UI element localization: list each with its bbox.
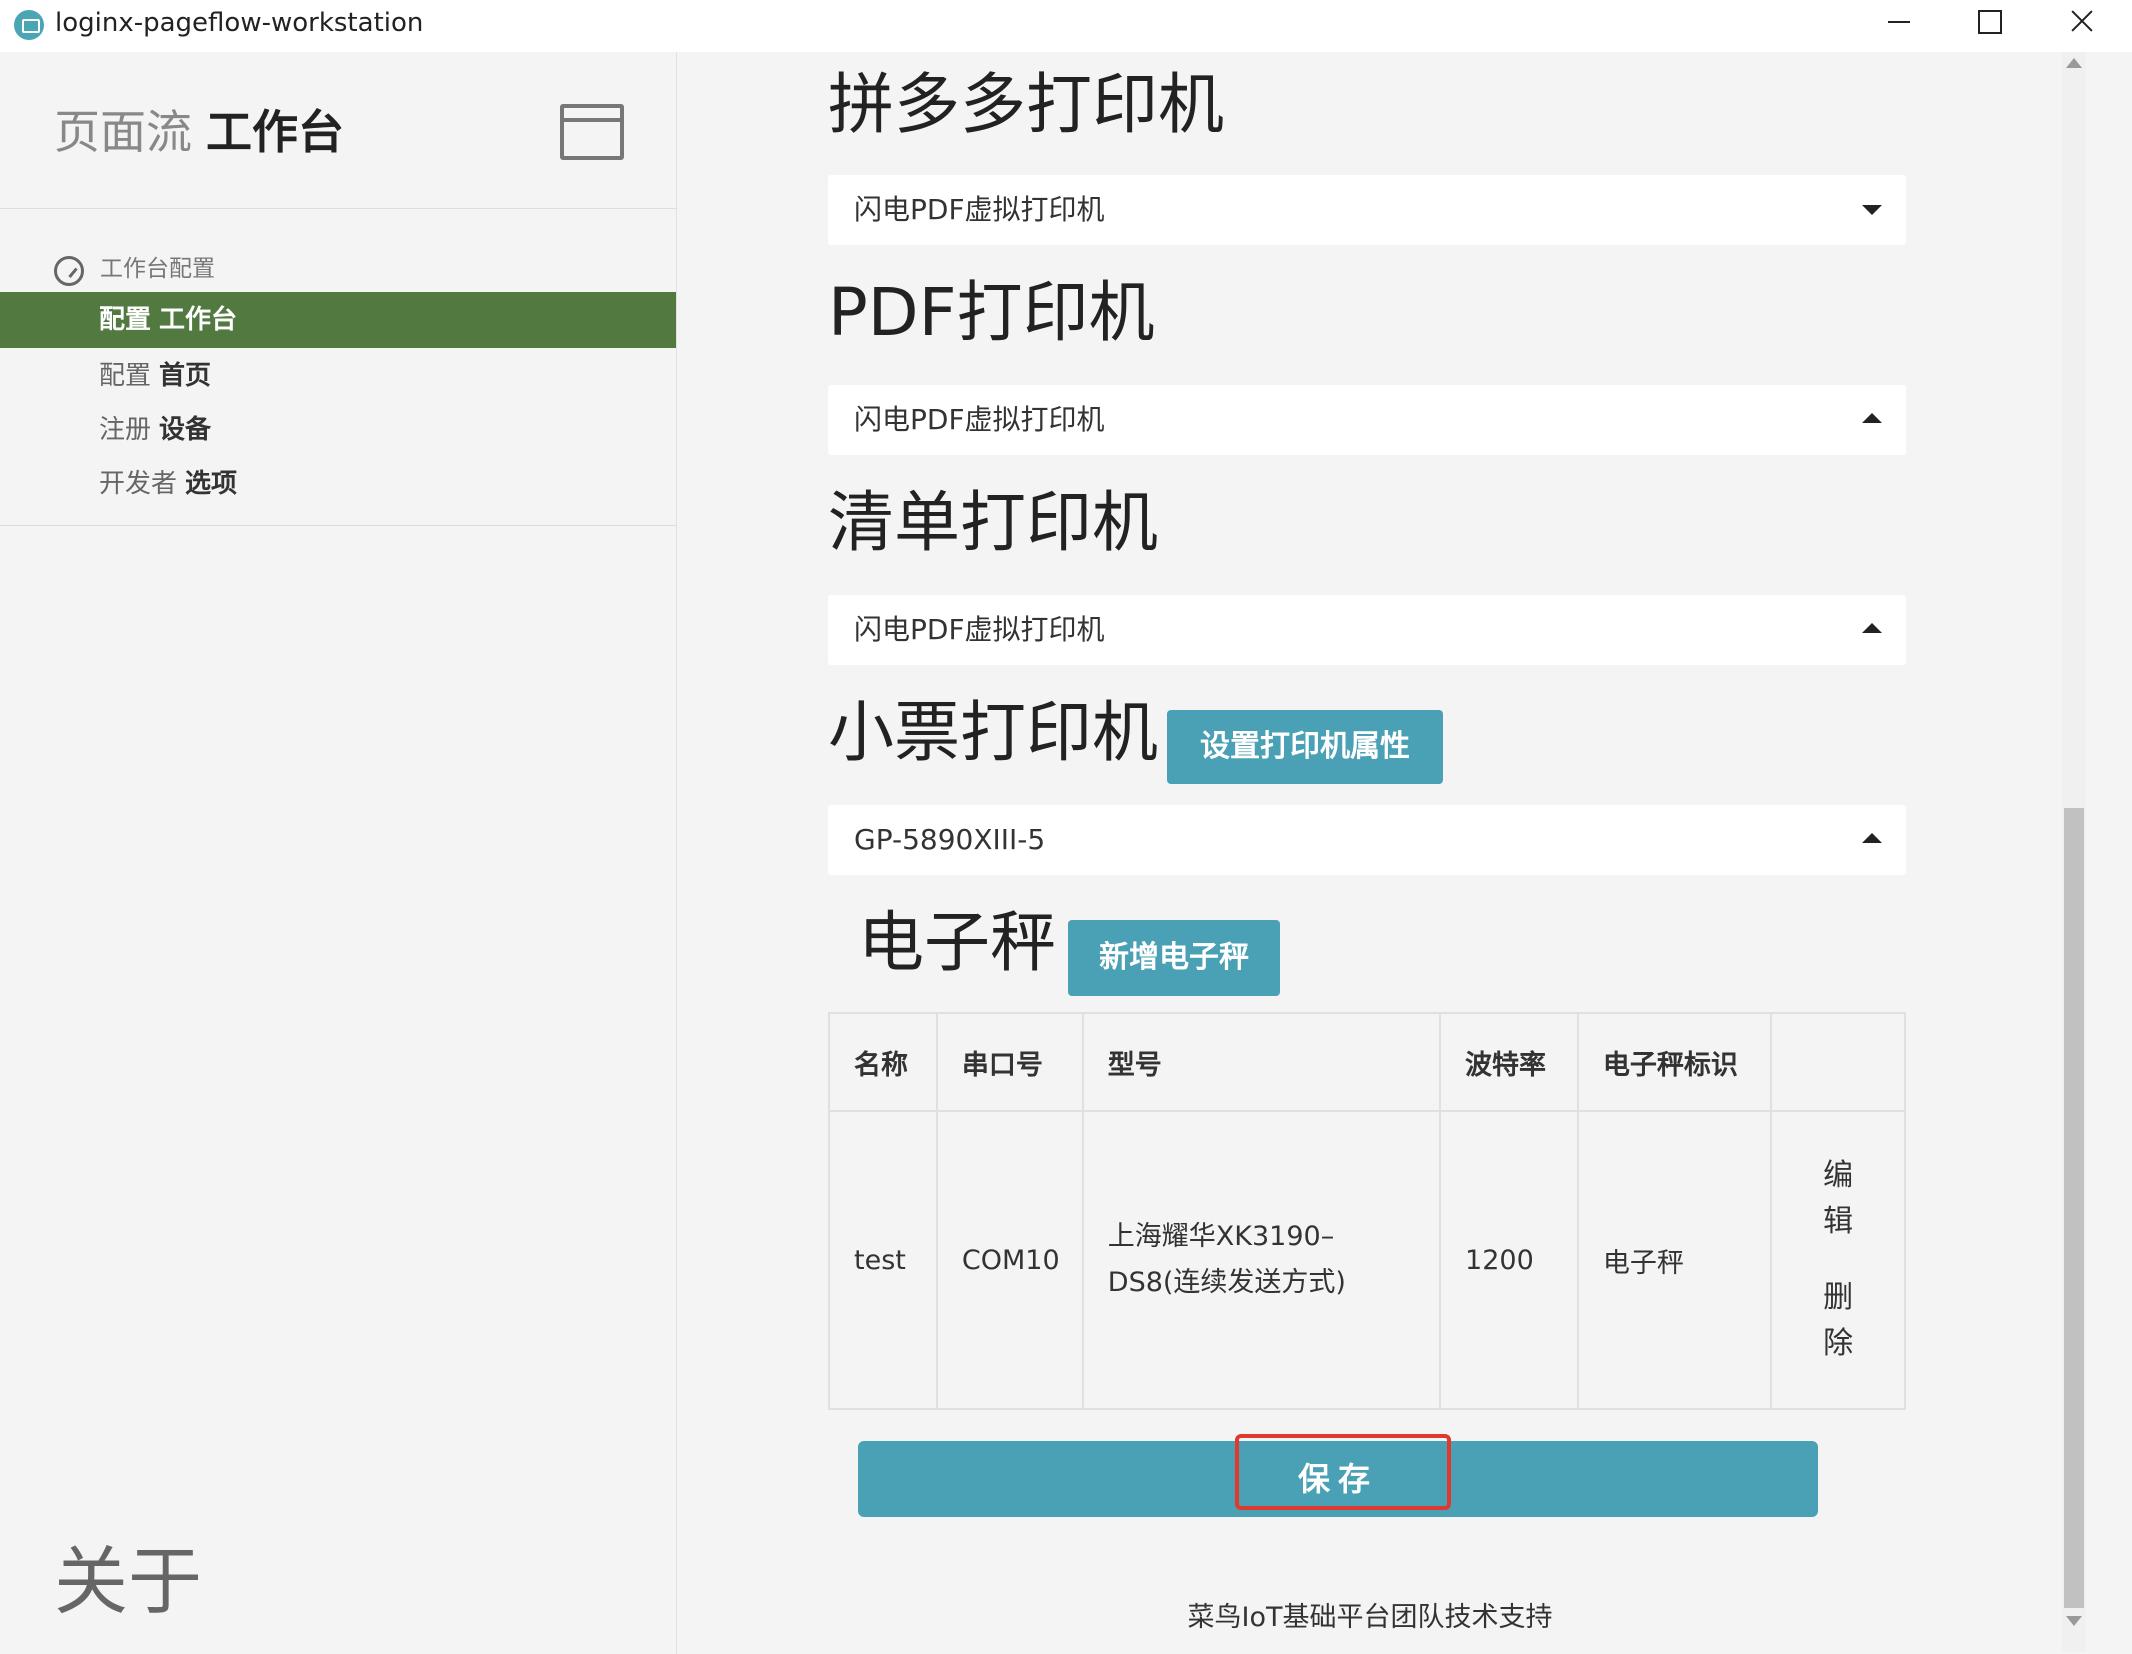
save-label: 保存 — [1297, 1460, 1378, 1498]
sidebar-item-prefix: 配置 — [99, 305, 152, 335]
dashboard-icon — [54, 256, 84, 286]
cell-model: 上海耀华XK3190–DS8(连续发送方式) — [1081, 1110, 1442, 1410]
sidebar-item-config-workbench[interactable]: 配置 工作台 — [0, 292, 676, 348]
pdd-printer-heading: 拼多多打印机 — [828, 66, 1224, 143]
sidebar-item-label: 选项 — [185, 469, 238, 499]
cell-name: test — [828, 1110, 938, 1410]
scroll-down-icon[interactable] — [2066, 1616, 2082, 1626]
brand-bold: 工作台 — [206, 105, 344, 159]
scale-heading: 电子秤 — [858, 904, 1056, 981]
sidebar-item-label: 首页 — [159, 361, 212, 391]
scrollbar-thumb[interactable] — [2064, 808, 2084, 1608]
add-scale-button[interactable]: 新增电子秤 — [1068, 920, 1280, 996]
printer-settings-button[interactable]: 设置打印机属性 — [1167, 710, 1443, 784]
sidebar-item-developer-options[interactable]: 开发者 选项 — [0, 456, 676, 512]
select-value: GP-5890XIII-5 — [854, 823, 1046, 856]
cell-actions: 编辑 删除 — [1770, 1110, 1906, 1410]
chevron-up-icon — [1862, 413, 1882, 423]
select-value: 闪电PDF虚拟打印机 — [854, 403, 1105, 436]
sidebar-divider — [0, 208, 677, 209]
sidebar-divider — [0, 525, 677, 526]
col-header-tag: 电子秤标识 — [1576, 1012, 1773, 1112]
chevron-up-icon — [1862, 623, 1882, 633]
sidebar-item-prefix: 配置 — [99, 361, 152, 391]
col-header-name: 名称 — [828, 1012, 938, 1112]
cell-tag: 电子秤 — [1576, 1110, 1773, 1410]
list-printer-heading: 清单打印机 — [828, 484, 1158, 561]
chevron-down-icon — [1862, 205, 1882, 215]
cell-baud: 1200 — [1439, 1110, 1579, 1410]
sidebar-item-register-device[interactable]: 注册 设备 — [0, 402, 676, 458]
col-header-port: 串口号 — [935, 1012, 1084, 1112]
list-printer-select[interactable]: 闪电PDF虚拟打印机 — [828, 595, 1906, 665]
main-content: 拼多多打印机 闪电PDF虚拟打印机 PDF打印机 闪电PDF虚拟打印机 清单打印… — [678, 52, 2062, 1654]
sidebar-item-label: 工作台 — [159, 305, 238, 335]
save-button[interactable]: 保存 — [858, 1434, 1818, 1517]
sidebar: 页面流 工作台 工作台配置 配置 工作台 配置 首页 注册 设备 开发者 选项 关于 — [0, 52, 677, 1654]
app-icon — [14, 10, 44, 40]
select-value: 闪电PDF虚拟打印机 — [854, 193, 1105, 226]
table-header-row: 名称 串口号 型号 波特率 电子秤标识 — [828, 1012, 1906, 1112]
section-label: 工作台配置 — [100, 256, 215, 282]
sidebar-item-prefix: 开发者 — [99, 469, 178, 499]
model-text: 上海耀华XK3190–DS8(连续发送方式) — [1107, 1221, 1346, 1298]
brand-title: 页面流 工作台 — [54, 102, 344, 162]
maximize-button[interactable] — [1942, 0, 2032, 44]
select-value: 闪电PDF虚拟打印机 — [854, 613, 1105, 646]
about-link[interactable]: 关于 — [54, 1532, 202, 1632]
chevron-up-icon — [1862, 833, 1882, 843]
window-toggle-icon[interactable] — [560, 104, 624, 160]
cell-port: COM10 — [935, 1110, 1084, 1410]
pdf-printer-select[interactable]: 闪电PDF虚拟打印机 — [828, 385, 1906, 455]
footer-credit: 菜鸟IoT基础平台团队技术支持 — [1187, 1602, 1553, 1633]
delete-link[interactable]: 删除 — [1821, 1275, 1855, 1367]
table-row: test COM10 上海耀华XK3190–DS8(连续发送方式) 1200 电… — [828, 1110, 1906, 1410]
minimize-button[interactable] — [1852, 0, 1942, 44]
brand-light: 页面流 — [54, 105, 192, 159]
window-title: loginx-pageflow-workstation — [55, 8, 424, 38]
sidebar-item-prefix: 注册 — [99, 415, 152, 445]
sidebar-item-label: 设备 — [159, 415, 212, 445]
edit-link[interactable]: 编辑 — [1821, 1153, 1855, 1245]
scroll-up-icon[interactable] — [2066, 58, 2082, 68]
col-header-actions — [1770, 1012, 1906, 1112]
pdd-printer-select[interactable]: 闪电PDF虚拟打印机 — [828, 175, 1906, 245]
title-bar: loginx-pageflow-workstation — [0, 0, 2132, 52]
col-header-baud: 波特率 — [1439, 1012, 1579, 1112]
receipt-printer-select[interactable]: GP-5890XIII-5 — [828, 805, 1906, 875]
col-header-model: 型号 — [1081, 1012, 1442, 1112]
receipt-printer-heading: 小票打印机 — [828, 694, 1158, 771]
scale-table: 名称 串口号 型号 波特率 电子秤标识 test COM10 上海耀华XK319… — [828, 1012, 1906, 1410]
close-button[interactable] — [2034, 0, 2124, 44]
sidebar-item-config-home[interactable]: 配置 首页 — [0, 348, 676, 404]
pdf-printer-heading: PDF打印机 — [828, 274, 1155, 351]
